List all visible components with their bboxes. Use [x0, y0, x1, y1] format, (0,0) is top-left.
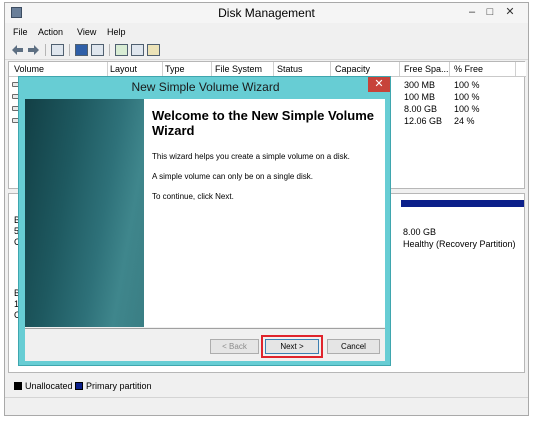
- menu-action[interactable]: Action: [38, 27, 63, 37]
- wizard-divider: [25, 328, 385, 329]
- title-bar: Disk Management – □ ✕: [5, 3, 528, 23]
- volume-list-header: Volume Layout Type File System Status Ca…: [9, 62, 526, 77]
- primary-partition-swatch: [75, 382, 83, 390]
- wizard-content: Welcome to the New Simple Volume Wizard …: [144, 99, 385, 327]
- legend-unallocated: Unallocated: [25, 381, 73, 391]
- toolbar-separator: [45, 44, 46, 56]
- menu-bar: File Action View Help: [5, 25, 528, 41]
- column-divider[interactable]: [162, 62, 163, 76]
- back-arrow-icon[interactable]: [11, 44, 24, 56]
- column-status[interactable]: Status: [277, 64, 303, 76]
- wizard-note: A simple volume can only be on a single …: [152, 172, 313, 181]
- properties-icon[interactable]: [131, 44, 144, 56]
- wizard-title: New Simple Volume Wizard: [131, 80, 280, 94]
- close-button[interactable]: ✕: [502, 5, 518, 19]
- wizard-heading: Welcome to the New Simple Volume Wizard: [152, 108, 375, 138]
- wizard-body: Welcome to the New Simple Volume Wizard …: [25, 99, 385, 361]
- cancel-button[interactable]: Cancel: [327, 339, 380, 354]
- console-tree-icon[interactable]: [51, 44, 64, 56]
- toolbar-separator: [109, 44, 110, 56]
- status-bar: [5, 397, 528, 416]
- column-divider[interactable]: [330, 62, 331, 76]
- toolbar: [5, 41, 528, 60]
- recovery-partition-bar[interactable]: [401, 200, 524, 207]
- column-capacity[interactable]: Capacity: [335, 64, 370, 76]
- rescan-disks-icon[interactable]: [147, 44, 160, 56]
- column-divider[interactable]: [211, 62, 212, 76]
- menu-view[interactable]: View: [77, 27, 96, 37]
- free-space-cell: 8.00 GB: [404, 104, 438, 114]
- maximize-button[interactable]: □: [482, 5, 498, 19]
- refresh-icon[interactable]: [115, 44, 128, 56]
- column-divider[interactable]: [399, 62, 400, 76]
- free-space-cell: 100 MB: [404, 92, 436, 102]
- column-type[interactable]: Type: [165, 64, 185, 76]
- column-divider[interactable]: [273, 62, 274, 76]
- column-divider[interactable]: [449, 62, 450, 76]
- column-divider[interactable]: [515, 62, 516, 76]
- column-file-system[interactable]: File System: [215, 64, 262, 76]
- percent-free-cell: 24 %: [454, 116, 475, 126]
- window-title: Disk Management: [218, 6, 315, 20]
- toolbar-separator: [69, 44, 70, 56]
- wizard-description: This wizard helps you create a simple vo…: [152, 152, 350, 161]
- next-button[interactable]: Next >: [265, 339, 319, 354]
- legend-primary-partition: Primary partition: [86, 381, 152, 391]
- wizard-instruction: To continue, click Next.: [152, 192, 234, 201]
- partition-size: 8.00 GB: [403, 227, 437, 237]
- menu-file[interactable]: File: [13, 27, 28, 37]
- action-pane-icon[interactable]: [91, 44, 104, 56]
- help-icon[interactable]: [75, 44, 88, 56]
- wizard-banner-image: [25, 99, 144, 327]
- legend: Unallocated Primary partition: [8, 378, 525, 394]
- minimize-button[interactable]: –: [464, 5, 480, 19]
- partition-status: Healthy (Recovery Partition): [403, 239, 516, 249]
- free-space-cell: 12.06 GB: [404, 116, 443, 126]
- new-simple-volume-wizard-dialog: New Simple Volume Wizard ✕ Welcome to th…: [18, 76, 391, 366]
- percent-free-cell: 100 %: [454, 104, 480, 114]
- column-layout[interactable]: Layout: [110, 64, 137, 76]
- forward-arrow-icon[interactable]: [27, 44, 40, 56]
- column-free-space[interactable]: Free Spa...: [404, 64, 449, 76]
- unallocated-swatch: [14, 382, 22, 390]
- percent-free-cell: 100 %: [454, 92, 480, 102]
- back-button[interactable]: < Back: [210, 339, 259, 354]
- column-divider[interactable]: [107, 62, 108, 76]
- column-percent-free[interactable]: % Free: [454, 64, 483, 76]
- menu-help[interactable]: Help: [107, 27, 126, 37]
- free-space-cell: 300 MB: [404, 80, 436, 90]
- column-volume[interactable]: Volume: [14, 64, 44, 76]
- wizard-close-button[interactable]: ✕: [368, 77, 390, 92]
- percent-free-cell: 100 %: [454, 80, 480, 90]
